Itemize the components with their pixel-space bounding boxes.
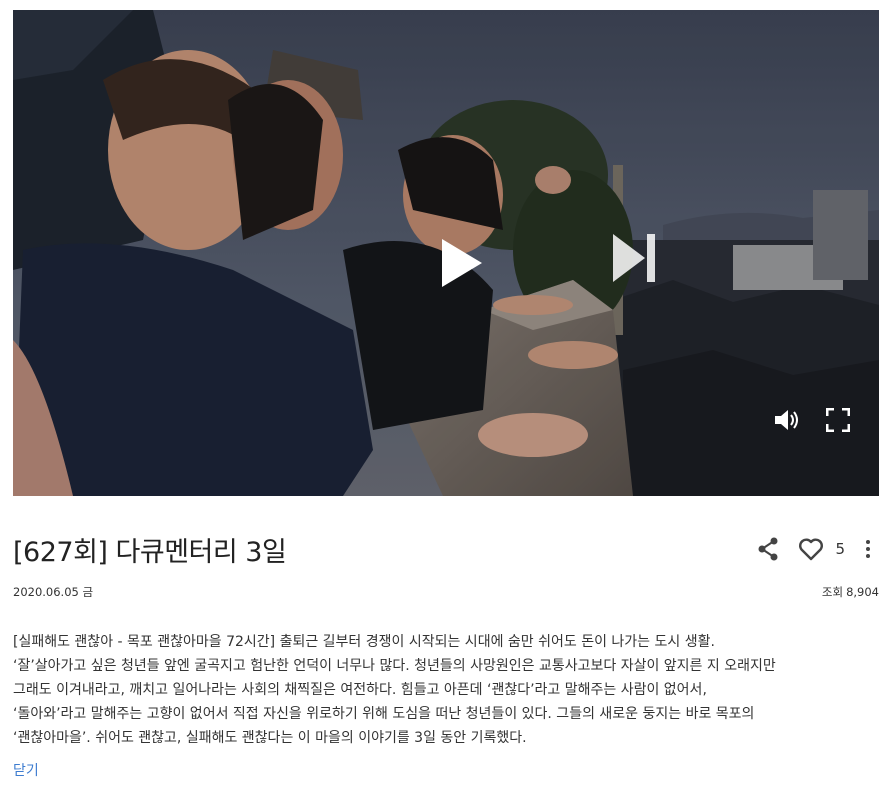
like-button[interactable]: [796, 535, 826, 563]
description-line: ‘잘’살아가고 싶은 청년들 앞엔 굴곡지고 험난한 언덕이 너무나 많다. 청…: [13, 658, 776, 674]
fullscreen-button[interactable]: [821, 403, 855, 437]
play-icon: [442, 239, 482, 287]
play-button[interactable]: [434, 235, 490, 291]
description-line: [실패해도 괜찮아 - 목포 괜찮아마을 72시간] 출퇴근 길부터 경쟁이 시…: [13, 634, 715, 650]
episode-date: 2020.06.05 금: [13, 585, 94, 599]
more-options-button[interactable]: [859, 535, 877, 563]
episode-title: [627회] 다큐멘터리 3일: [13, 537, 287, 568]
share-icon: [758, 537, 778, 561]
like-count: 5: [835, 540, 845, 558]
close-description-link[interactable]: 닫기: [13, 760, 39, 780]
description-line: ‘괜찮아마을’. 쉬어도 괜찮고, 실패해도 괜찮다는 이 마을의 이야기를 3…: [13, 730, 527, 746]
heart-icon: [799, 538, 824, 561]
description-line: ‘돌아와’라고 말해주는 고향이 없어서 직접 자신을 위로하기 위해 도심을 …: [13, 706, 755, 722]
volume-icon: [775, 410, 798, 430]
skip-next-icon: [613, 234, 655, 282]
view-count: 조회 8,904: [822, 584, 879, 600]
video-player[interactable]: [13, 10, 879, 496]
episode-actions: 5: [754, 535, 877, 563]
skip-next-button[interactable]: [609, 230, 661, 286]
fullscreen-icon: [826, 408, 850, 432]
description-line: 그래도 이겨내라고, 깨치고 일어나라는 사회의 채찍질은 여전하다. 힘들고 …: [13, 682, 707, 698]
more-vertical-icon: [866, 540, 870, 558]
episode-description: [실패해도 괜찮아 - 목포 괜찮아마을 72시간] 출퇴근 길부터 경쟁이 시…: [13, 630, 879, 750]
volume-button[interactable]: [770, 403, 804, 437]
share-button[interactable]: [754, 535, 782, 563]
view-count-label: 조회: [821, 585, 844, 599]
view-count-value: 8,904: [846, 585, 879, 599]
